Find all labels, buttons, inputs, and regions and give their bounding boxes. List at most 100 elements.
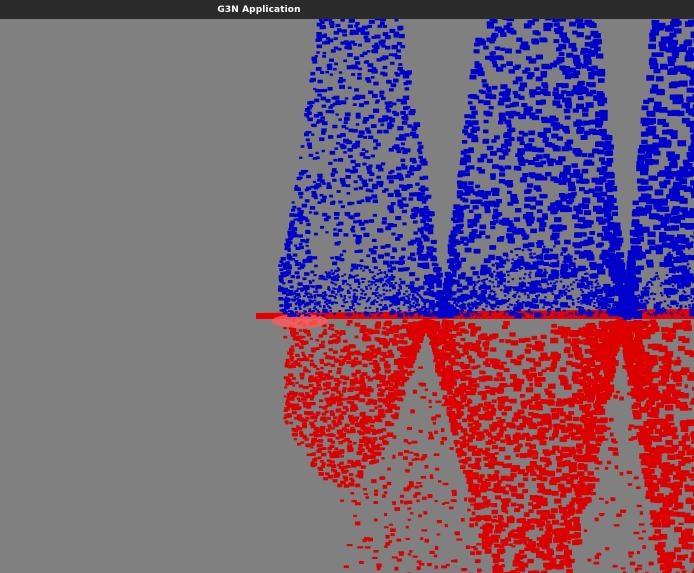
- surface-point: [567, 506, 573, 509]
- surface-point: [350, 426, 355, 430]
- surface-point: [462, 140, 468, 144]
- surface-point: [480, 502, 486, 506]
- surface-point: [486, 145, 494, 151]
- surface-point: [366, 130, 372, 134]
- surface-point: [641, 396, 647, 400]
- surface-point: [341, 470, 347, 474]
- surface-point: [289, 213, 295, 217]
- surface-point: [318, 334, 324, 338]
- surface-point: [319, 137, 325, 142]
- surface-point: [392, 454, 396, 459]
- surface-point: [399, 333, 406, 338]
- surface-point: [393, 78, 399, 83]
- surface-point: [456, 408, 461, 412]
- surface-point: [579, 404, 588, 411]
- surface-point: [660, 63, 668, 69]
- surface-point: [672, 215, 681, 222]
- surface-point: [396, 49, 401, 53]
- surface-point: [511, 417, 518, 422]
- surface-point: [677, 450, 686, 456]
- surface-point: [524, 547, 530, 551]
- surface-point: [652, 389, 657, 393]
- surface-point: [360, 385, 367, 389]
- surface-point: [679, 504, 683, 508]
- surface-point: [454, 531, 460, 536]
- surface-point: [397, 137, 403, 141]
- surface-point: [678, 522, 684, 525]
- surface-point: [412, 555, 418, 558]
- surface-point: [373, 44, 380, 50]
- surface-point: [518, 541, 523, 544]
- surface-point: [433, 359, 438, 363]
- render-viewport[interactable]: [0, 19, 694, 573]
- surface-point: [388, 147, 394, 152]
- surface-point: [571, 191, 577, 196]
- surface-point: [515, 445, 521, 450]
- surface-point: [548, 383, 556, 389]
- surface-point: [651, 496, 660, 502]
- surface-point: [581, 168, 589, 174]
- surface-point: [460, 337, 466, 342]
- surface-point: [371, 238, 377, 242]
- surface-point: [364, 150, 369, 153]
- surface-point: [475, 485, 479, 488]
- surface-point: [307, 117, 313, 122]
- surface-point: [532, 456, 539, 460]
- surface-point: [440, 441, 444, 445]
- surface-point: [475, 550, 482, 555]
- surface-point: [629, 251, 637, 257]
- surface-point: [474, 559, 481, 564]
- surface-point: [392, 435, 397, 439]
- surface-point: [663, 139, 671, 145]
- surface-point: [494, 569, 499, 572]
- surface-point: [508, 399, 514, 403]
- surface-point: [313, 419, 318, 422]
- surface-point: [407, 485, 411, 490]
- window-titlebar[interactable]: G3N Application: [0, 0, 694, 19]
- surface-point: [622, 365, 626, 369]
- surface-point: [416, 499, 420, 503]
- surface-point: [670, 134, 678, 139]
- surface-point: [537, 466, 542, 471]
- surface-point: [324, 397, 328, 401]
- surface-point: [336, 430, 343, 435]
- surface-point: [555, 307, 561, 312]
- 3d-scene-canvas[interactable]: [0, 19, 694, 573]
- surface-point: [484, 209, 491, 214]
- surface-point: [410, 355, 417, 360]
- surface-point: [390, 533, 395, 537]
- surface-point: [540, 514, 547, 518]
- surface-point: [506, 227, 513, 233]
- surface-point: [633, 531, 640, 535]
- surface-point: [544, 388, 549, 392]
- surface-point: [344, 484, 350, 488]
- surface-point: [560, 379, 569, 385]
- surface-point: [480, 90, 486, 95]
- surface-point: [306, 223, 311, 227]
- surface-point: [283, 335, 288, 339]
- surface-point: [285, 402, 291, 406]
- surface-point: [387, 408, 392, 412]
- surface-point: [470, 503, 475, 506]
- surface-point: [317, 201, 322, 204]
- surface-point: [461, 382, 466, 387]
- surface-point: [535, 200, 543, 206]
- surface-point: [441, 403, 446, 407]
- surface-point: [677, 554, 686, 561]
- surface-point: [504, 132, 512, 137]
- surface-point: [442, 325, 448, 330]
- surface-point: [310, 270, 315, 274]
- surface-point: [528, 411, 534, 416]
- surface-point: [678, 336, 686, 341]
- surface-point: [581, 204, 589, 209]
- surface-point: [289, 356, 294, 360]
- surface-point: [541, 534, 550, 541]
- surface-point: [501, 325, 508, 330]
- surface-point: [381, 96, 386, 101]
- surface-point: [454, 370, 460, 375]
- surface-point: [596, 552, 602, 556]
- surface-point: [339, 253, 344, 257]
- surface-point: [398, 361, 405, 366]
- surface-point: [584, 468, 588, 472]
- surface-point: [603, 438, 609, 441]
